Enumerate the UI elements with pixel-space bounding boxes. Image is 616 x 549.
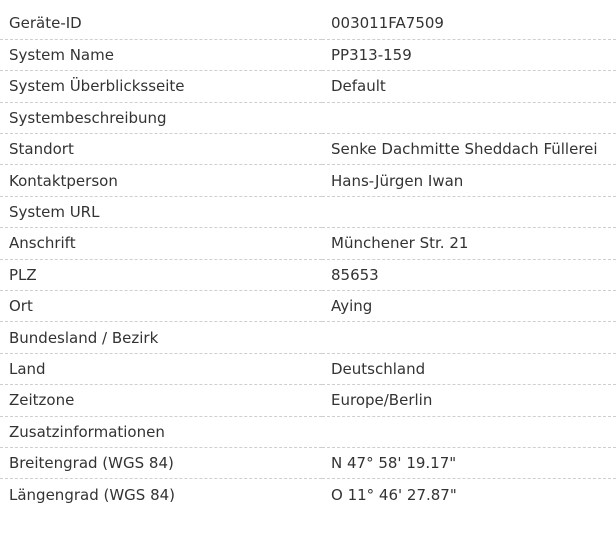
row-additional-info: Zusatzinformationen <box>0 416 616 448</box>
label-state-district: Bundesland / Bezirk <box>0 321 322 354</box>
row-postal-code: PLZ 85653 <box>0 259 616 292</box>
device-info-table: Geräte-ID 003011FA7509 System Name PP313… <box>0 8 616 510</box>
value-contact-person: Hans-Jürgen Iwan <box>322 164 616 197</box>
row-device-id: Geräte-ID 003011FA7509 <box>0 8 616 40</box>
label-timezone: Zeitzone <box>0 384 322 417</box>
row-city: Ort Aying <box>0 290 616 323</box>
label-latitude: Breitengrad (WGS 84) <box>0 447 322 480</box>
label-location: Standort <box>0 133 322 166</box>
label-longitude: Längengrad (WGS 84) <box>9 485 176 504</box>
label-additional-info: Zusatzinformationen <box>0 416 322 448</box>
row-system-name: System Name PP313-159 <box>0 39 616 72</box>
value-latitude: N 47° 58' 19.17" <box>322 447 616 480</box>
row-state-district: Bundesland / Bezirk <box>0 321 616 354</box>
label-system-url: System URL <box>0 196 322 229</box>
value-city: Aying <box>322 290 616 323</box>
value-system-overview-page: Default <box>322 70 616 103</box>
value-state-district <box>322 321 616 354</box>
value-timezone: Europe/Berlin <box>322 384 616 417</box>
label-system-description: Systembeschreibung <box>0 102 322 135</box>
row-country: Land Deutschland <box>0 353 616 386</box>
value-address: Münchener Str. 21 <box>322 227 616 260</box>
value-additional-info <box>322 416 616 448</box>
row-timezone: Zeitzone Europe/Berlin <box>0 384 616 417</box>
row-longitude: Längengrad (WGS 84) O 11° 46' 27.87" <box>0 479 616 510</box>
row-system-description: Systembeschreibung <box>0 102 616 135</box>
value-system-name: PP313-159 <box>322 39 616 72</box>
value-system-url <box>322 196 616 229</box>
label-address: Anschrift <box>0 227 322 260</box>
value-postal-code: 85653 <box>322 259 616 292</box>
value-location: Senke Dachmitte Sheddach Füllerei <box>322 133 616 166</box>
value-device-id: 003011FA7509 <box>322 8 616 40</box>
row-location: Standort Senke Dachmitte Sheddach Füller… <box>0 133 616 166</box>
label-country: Land <box>0 353 322 386</box>
row-system-url: System URL <box>0 196 616 229</box>
value-longitude: O 11° 46' 27.87" <box>331 485 457 504</box>
label-contact-person: Kontaktperson <box>0 164 322 197</box>
label-city: Ort <box>0 290 322 323</box>
value-country: Deutschland <box>322 353 616 386</box>
value-system-description <box>322 102 616 135</box>
row-contact-person: Kontaktperson Hans-Jürgen Iwan <box>0 164 616 197</box>
row-address: Anschrift Münchener Str. 21 <box>0 227 616 260</box>
label-postal-code: PLZ <box>0 259 322 292</box>
label-system-overview-page: System Überblicksseite <box>0 70 322 103</box>
label-system-name: System Name <box>0 39 322 72</box>
row-latitude: Breitengrad (WGS 84) N 47° 58' 19.17" <box>0 447 616 480</box>
label-device-id: Geräte-ID <box>0 8 322 40</box>
row-system-overview-page: System Überblicksseite Default <box>0 70 616 103</box>
